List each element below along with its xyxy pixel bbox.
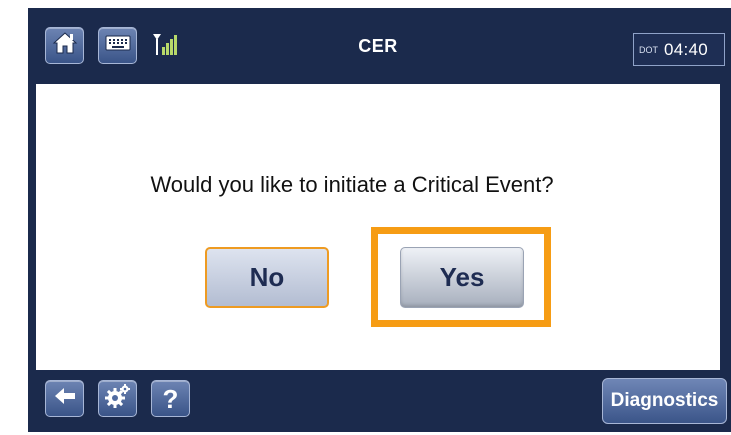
- home-button[interactable]: [45, 27, 84, 64]
- page-title: CER: [358, 36, 398, 56]
- screen: CER DOT 04:40 Would you like to initiate…: [0, 0, 731, 435]
- back-arrow-icon: [54, 387, 76, 410]
- back-button[interactable]: [45, 380, 84, 417]
- clock-display[interactable]: DOT 04:40: [633, 33, 725, 66]
- clock-time: 04:40: [664, 39, 709, 59]
- no-button[interactable]: No: [205, 247, 329, 308]
- help-icon: ?: [162, 383, 179, 414]
- yes-button[interactable]: Yes: [400, 247, 524, 308]
- settings-button[interactable]: [98, 380, 137, 417]
- keyboard-icon: [105, 35, 131, 56]
- diagnostics-button[interactable]: Diagnostics: [602, 378, 727, 424]
- dialog-panel: Would you like to initiate a Critical Ev…: [36, 84, 720, 370]
- dialog-question: Would you like to initiate a Critical Ev…: [150, 172, 554, 197]
- gears-icon: [104, 383, 132, 414]
- top-bar: CER DOT 04:40: [28, 8, 731, 84]
- help-button[interactable]: ?: [151, 380, 190, 417]
- device-frame: CER DOT 04:40 Would you like to initiate…: [28, 8, 731, 432]
- keyboard-button[interactable]: [98, 27, 137, 64]
- signal-strength-icon: [152, 32, 180, 58]
- home-icon: [52, 31, 78, 60]
- duty-status-label: DOT: [639, 44, 658, 55]
